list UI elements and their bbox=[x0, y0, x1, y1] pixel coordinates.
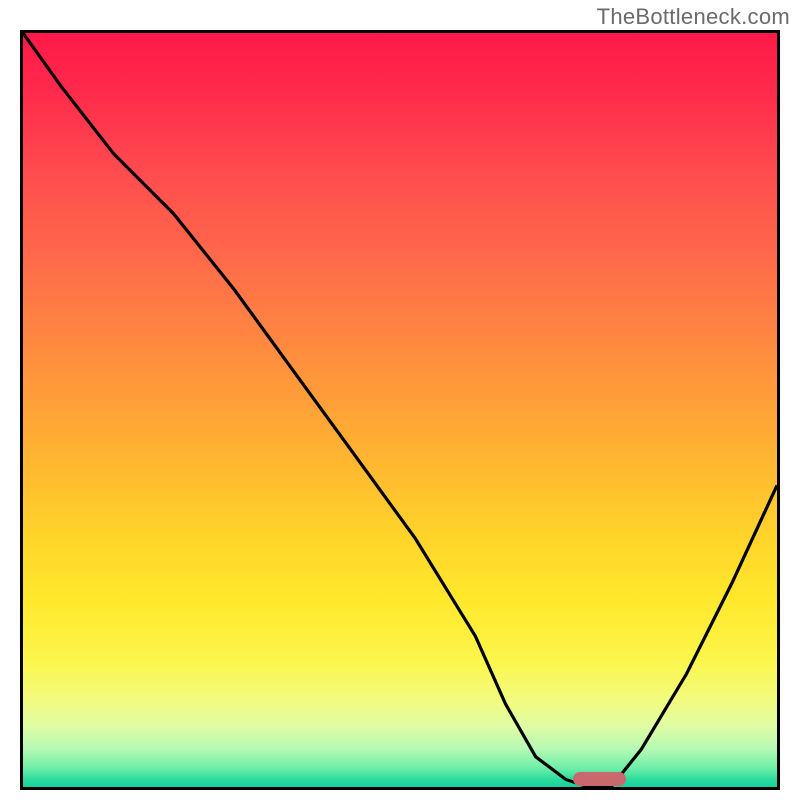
optimal-marker bbox=[573, 772, 626, 786]
chart-frame: TheBottleneck.com bbox=[0, 0, 800, 800]
bottleneck-curve bbox=[23, 33, 777, 787]
watermark-text: TheBottleneck.com bbox=[597, 4, 790, 30]
plot-area bbox=[20, 30, 780, 790]
